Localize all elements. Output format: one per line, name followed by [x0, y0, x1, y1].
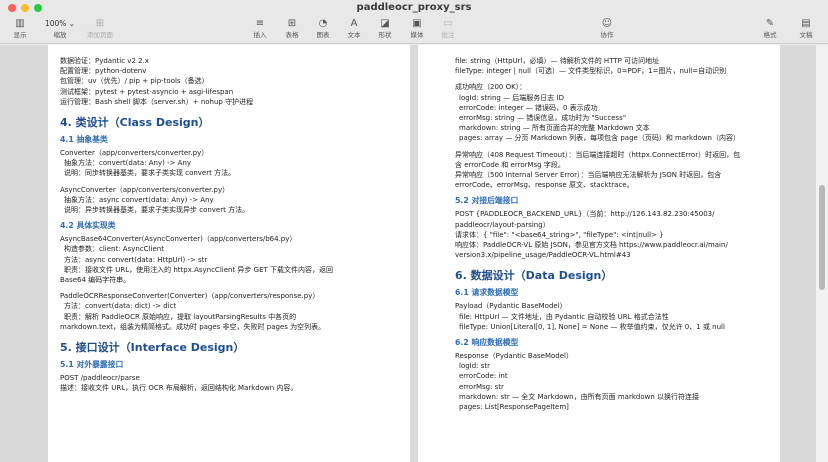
- body-text: 方法：async convert(data: HttpUrl) -> str: [64, 255, 208, 264]
- body-text: errorCode、errorMsg、response 原文、stacktrac…: [455, 181, 634, 190]
- body-text: markdown: string — 所有页面合并的完整 Markdown 文本: [459, 124, 650, 133]
- body-text: POST {PADDLEOCR_BACKEND_URL}（当前：http://1…: [455, 210, 715, 219]
- body-text: errorCode: int: [459, 372, 508, 381]
- body-text: 抽象方法：async convert(data: Any) -> Any: [64, 195, 214, 204]
- body-text: 配置管理：python-dotenv: [60, 67, 147, 76]
- format-button[interactable]: ✎ 格式: [750, 16, 790, 44]
- body-text: 数据验证：Pydantic v2 2.x: [60, 57, 149, 65]
- paintbrush-icon: ✎: [765, 18, 775, 29]
- zoom-value: 100% ⌄: [44, 19, 76, 28]
- body-text: 异常响应（408 Request Timeout）：当后端连接超时（httpx.…: [455, 150, 741, 159]
- body-text: Response（Pydantic BaseModel）: [455, 352, 573, 361]
- scrollbar-thumb[interactable]: [819, 185, 825, 290]
- body-text: file: HttpUrl — 文件地址，由 Pydantic 自动校验 URL…: [459, 312, 669, 321]
- zoom-control[interactable]: 100% ⌄ 缩放: [40, 16, 80, 44]
- body-text: AsyncBase64Converter(AsyncConverter)（app…: [60, 235, 297, 244]
- page-right[interactable]: file: string（HttpUrl，必填）— 待解析文件的 HTTP 可访…: [418, 45, 780, 462]
- comment-icon: ▭: [443, 18, 453, 29]
- body-text: version3.x/pipeline_usage/PaddleOCR-VL.h…: [455, 251, 631, 260]
- collaborate-button[interactable]: ☺ 协作: [587, 16, 627, 44]
- body-text: 职责：接收文件 URL，使用注入的 httpx.AsyncClient 异步 G…: [64, 265, 334, 274]
- body-text: pages: List[ResponsePageItem]: [459, 403, 569, 412]
- body-text: Payload（Pydantic BaseModel）: [455, 302, 567, 311]
- body-text: 方法：convert(data: dict) -> dict: [64, 302, 177, 311]
- body-text: logId: str: [459, 362, 491, 371]
- add-page-button[interactable]: ⊞ 添加页面: [80, 16, 120, 44]
- body-text: errorMsg: string — 错误信息，成功时为 "Success": [459, 114, 627, 123]
- toolbar: ▥ 显示 100% ⌄ 缩放 ⊞ 添加页面 ≡ 插入 ⊞ 表格 ◔ 图表 A 文…: [0, 16, 828, 44]
- body-text: 测试框架：pytest + pytest-asyncio + asgi-life…: [60, 87, 234, 96]
- body-text: PaddleOCRResponseConverter(Converter)（ap…: [60, 292, 320, 301]
- heading-backend-interface: 5.2 对接后端接口: [455, 196, 519, 206]
- heading-data-design: 6. 数据设计（Data Design）: [455, 269, 613, 283]
- document-icon: ▤: [801, 18, 811, 29]
- vertical-scrollbar[interactable]: [816, 45, 828, 462]
- body-text: 响应体：PaddleOCR-VL 原始 JSON，参见官方文档 https://…: [455, 241, 728, 250]
- window-title: paddleocr_proxy_srs: [356, 2, 472, 13]
- heading-concrete-classes: 4.2 具体实现类: [60, 221, 116, 231]
- body-text: 成功响应（200 OK）：: [455, 83, 527, 92]
- body-text: 职责：解析 PaddleOCR 原始响应，提取 layoutParsingRes…: [64, 312, 297, 321]
- body-text: paddleocr/layout-parsing）: [455, 220, 550, 229]
- document-canvas[interactable]: 数据验证：Pydantic v2 2.x 配置管理：python-dotenv …: [0, 45, 828, 462]
- collaborate-icon: ☺: [601, 18, 613, 29]
- heading-interface-design: 5. 接口设计（Interface Design）: [60, 341, 245, 355]
- body-text: Base64 编码字符串。: [60, 276, 131, 285]
- heading-response-model: 6.2 响应数据模型: [455, 338, 519, 348]
- body-text: errorMsg: str: [459, 382, 504, 391]
- body-text: 运行管理：Bash shell 脚本（server.sh）+ nohup 守护进…: [60, 97, 254, 106]
- body-text: 含 errorCode 和 errorMsg 字段。: [455, 160, 565, 169]
- body-text: file: string（HttpUrl，必填）— 待解析文件的 HTTP 可访…: [455, 57, 660, 65]
- body-text: markdown: str — 全文 Markdown，由所有页面 markdo…: [459, 392, 699, 401]
- body-text: logId: string — 后端服务日志 ID: [459, 93, 564, 102]
- heading-abstract-classes: 4.1 抽象基类: [60, 135, 108, 145]
- body-text: 描述：接收文件 URL，执行 OCR 布局解析，返回结构化 Markdown 内…: [60, 384, 298, 393]
- add-page-icon: ⊞: [95, 18, 105, 29]
- sidebar-icon: ▥: [15, 18, 25, 29]
- body-text: pages: array — 分页 Markdown 列表，每项包含 page（…: [459, 134, 740, 143]
- body-text: fileType: integer | null（可选）— 文件类型标识，0=P…: [455, 67, 727, 76]
- view-button[interactable]: ▥ 显示: [0, 16, 40, 44]
- body-text: AsyncConverter（app/converters/converter.…: [60, 185, 230, 194]
- page-left[interactable]: 数据验证：Pydantic v2 2.x 配置管理：python-dotenv …: [48, 45, 410, 462]
- body-text: POST /paddleocr/parse: [60, 374, 140, 383]
- title-bar: paddleocr_proxy_srs: [0, 0, 828, 16]
- body-text: 包管理：uv（优先）/ pip + pip-tools（备选）: [60, 77, 209, 86]
- body-text: markdown.text，组装为精简格式。成功时 pages 非空，失败时 p…: [60, 322, 326, 331]
- body-text: errorCode: integer — 错误码，0 表示成功: [459, 103, 598, 112]
- heading-request-model: 6.1 请求数据模型: [455, 288, 519, 298]
- heading-exposed-interfaces: 5.1 对外暴露接口: [60, 360, 124, 370]
- body-text: 抽象方法：convert(data: Any) -> Any: [64, 159, 192, 168]
- heading-class-design: 4. 类设计（Class Design）: [60, 116, 210, 130]
- comment-button[interactable]: ▭ 批注: [428, 16, 468, 44]
- body-text: 说明：异步转换器基类，要求子类实现异步 convert 方法。: [64, 206, 250, 215]
- body-text: 构造参数：client: AsyncClient: [64, 245, 164, 254]
- document-button[interactable]: ▤ 文稿: [786, 16, 826, 44]
- body-text: 请求体：{ "file": "<base64_string>", "fileTy…: [455, 230, 664, 239]
- body-text: 说明：同步转换器基类，要求子类实现 convert 方法。: [64, 169, 236, 178]
- body-text: fileType: Union[Literal[0, 1], None] = N…: [459, 322, 725, 331]
- body-text: Converter（app/converters/converter.py）: [60, 149, 209, 158]
- body-text: 异常响应（500 Internal Server Error）：当后端响应无法解…: [455, 171, 722, 180]
